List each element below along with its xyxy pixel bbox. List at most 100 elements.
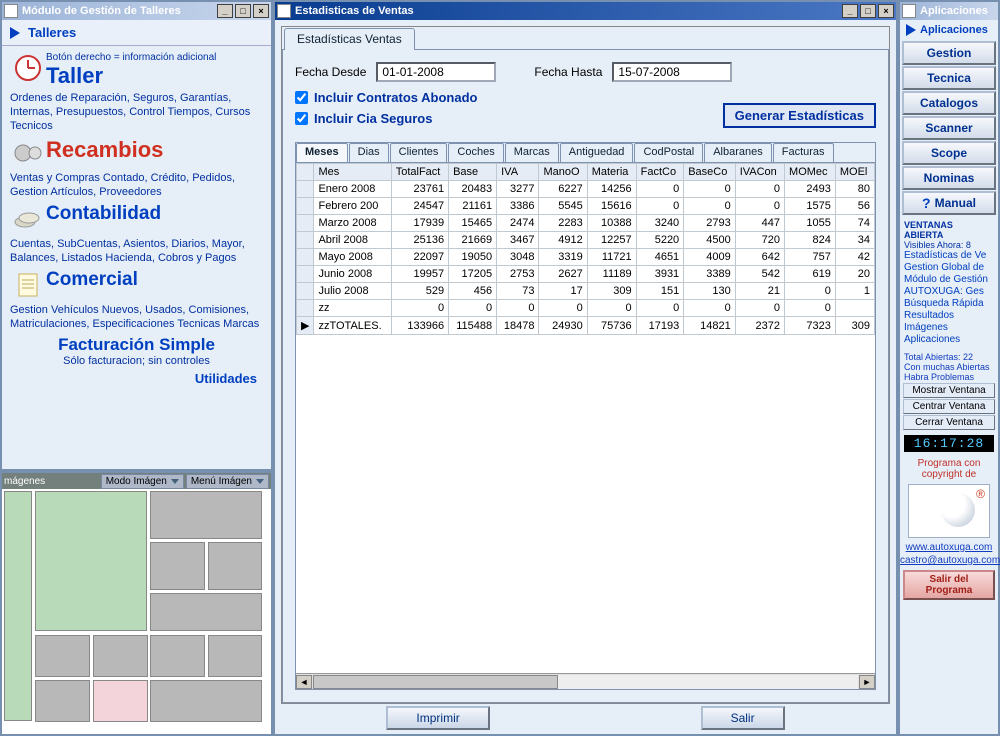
cell[interactable]: 25136 [391, 232, 448, 249]
col-materia[interactable]: Materia [587, 164, 636, 181]
exit-program-button[interactable]: Salir del Programa [903, 570, 995, 600]
cell[interactable]: 0 [785, 283, 836, 300]
cell[interactable]: 3277 [497, 181, 539, 198]
cell[interactable]: Febrero 200 [314, 198, 391, 215]
chk-contratos-box[interactable] [295, 91, 308, 104]
table-row[interactable]: Febrero 20024547211613386554515616000157… [297, 198, 875, 215]
cell[interactable]: 17 [539, 283, 587, 300]
thumbnail[interactable] [35, 680, 90, 722]
cell[interactable]: 0 [735, 300, 784, 317]
table-row[interactable]: Julio 200852945673173091511302101 [297, 283, 875, 300]
grid-tab-codpostal[interactable]: CodPostal [634, 143, 703, 162]
nav-facturacion-simple[interactable]: Facturación Simple [10, 335, 263, 355]
cell[interactable]: 2372 [735, 317, 784, 335]
cell[interactable]: 6227 [539, 181, 587, 198]
cell[interactable]: 21 [735, 283, 784, 300]
cell[interactable]: 21161 [449, 198, 497, 215]
cell[interactable]: 17193 [636, 317, 684, 335]
cell[interactable]: 5545 [539, 198, 587, 215]
app-button-nominas[interactable]: Nominas [902, 166, 996, 190]
cell[interactable]: Marzo 2008 [314, 215, 391, 232]
thumbnail[interactable] [93, 635, 148, 677]
cell[interactable]: Junio 2008 [314, 266, 391, 283]
cell[interactable]: 0 [497, 300, 539, 317]
generate-button[interactable]: Generar Estadísticas [723, 103, 876, 128]
table-row[interactable]: Junio 2008199571720527532627111893931338… [297, 266, 875, 283]
chk-seguros-box[interactable] [295, 112, 308, 125]
chk-contratos[interactable]: Incluir Contratos Abonado [295, 90, 723, 105]
cell[interactable]: 0 [539, 300, 587, 317]
cell[interactable]: 3048 [497, 249, 539, 266]
close-button[interactable]: × [878, 4, 894, 18]
nav-contabilidad[interactable]: Contabilidad [46, 203, 161, 225]
input-fecha-desde[interactable] [376, 62, 496, 82]
cell[interactable]: zzTOTALES. [314, 317, 391, 335]
thumbnail[interactable] [150, 680, 262, 722]
cell[interactable]: 2753 [497, 266, 539, 283]
thumbnail[interactable] [35, 491, 147, 631]
cell[interactable]: 73 [497, 283, 539, 300]
window-list-item[interactable]: Aplicaciones [904, 334, 994, 346]
exit-button[interactable]: Salir [701, 706, 785, 730]
images-grid[interactable] [2, 489, 271, 734]
cell[interactable]: zz [314, 300, 391, 317]
cell[interactable]: 2474 [497, 215, 539, 232]
cell[interactable]: 15616 [587, 198, 636, 215]
thumbnail[interactable] [150, 635, 205, 677]
table-row[interactable]: Marzo 2008179391546524742283103883240279… [297, 215, 875, 232]
cell[interactable]: 19957 [391, 266, 448, 283]
cell[interactable]: 5220 [636, 232, 684, 249]
cell[interactable]: 309 [835, 317, 874, 335]
cell[interactable]: 0 [684, 198, 736, 215]
nav-taller[interactable]: Taller [46, 63, 263, 89]
cell[interactable]: 542 [735, 266, 784, 283]
cell[interactable]: 15465 [449, 215, 497, 232]
cell[interactable]: 34 [835, 232, 874, 249]
scroll-right-button[interactable]: ► [859, 675, 875, 689]
grid-tab-antiguedad[interactable]: Antiguedad [560, 143, 634, 162]
cell[interactable]: 0 [636, 181, 684, 198]
cell[interactable]: 151 [636, 283, 684, 300]
cell[interactable]: 130 [684, 283, 736, 300]
cell[interactable]: 56 [835, 198, 874, 215]
cell[interactable]: 824 [785, 232, 836, 249]
cell[interactable]: 0 [785, 300, 836, 317]
cell[interactable]: 3467 [497, 232, 539, 249]
col-moel[interactable]: MOEl [835, 164, 874, 181]
data-table[interactable]: MesTotalFactBaseIVAManoOMateriaFactCoBas… [296, 163, 875, 335]
cell[interactable] [835, 300, 874, 317]
maximize-button[interactable]: □ [860, 4, 876, 18]
cell[interactable]: 14821 [684, 317, 736, 335]
cell[interactable]: 3931 [636, 266, 684, 283]
cell[interactable]: 115488 [449, 317, 497, 335]
cell[interactable]: 12257 [587, 232, 636, 249]
grid-tab-albaranes[interactable]: Albaranes [704, 143, 772, 162]
col-momec[interactable]: MOMec [785, 164, 836, 181]
horizontal-scrollbar[interactable]: ◄ ► [296, 673, 875, 689]
table-row[interactable]: ▶zzTOTALES.13396611548818478249307573617… [297, 317, 875, 335]
app-button-tecnica[interactable]: Tecnica [902, 66, 996, 90]
nav-utilidades[interactable]: Utilidades [10, 371, 263, 386]
window-list-item[interactable]: Resultados [904, 310, 994, 322]
thumbnail[interactable] [150, 491, 262, 539]
nav-comercial[interactable]: Comercial [46, 269, 138, 291]
cell[interactable]: 0 [636, 198, 684, 215]
cell[interactable]: 17205 [449, 266, 497, 283]
scroll-left-button[interactable]: ◄ [296, 675, 312, 689]
cell[interactable]: 529 [391, 283, 448, 300]
cell[interactable]: 17939 [391, 215, 448, 232]
col-base[interactable]: Base [449, 164, 497, 181]
cell[interactable]: 0 [735, 181, 784, 198]
app-button-manual[interactable]: Manual [902, 191, 996, 215]
cell[interactable]: 2493 [785, 181, 836, 198]
table-row[interactable]: zz000000000 [297, 300, 875, 317]
cell[interactable]: 0 [391, 300, 448, 317]
app-button-catalogos[interactable]: Catalogos [902, 91, 996, 115]
website-link[interactable]: www.autoxuga.com [900, 542, 998, 553]
nav-recambios[interactable]: Recambios [46, 137, 163, 163]
cell[interactable]: 24547 [391, 198, 448, 215]
window-list-item[interactable]: Módulo de Gestión [904, 274, 994, 286]
cell[interactable]: 0 [684, 181, 736, 198]
window-list-item[interactable]: Imágenes [904, 322, 994, 334]
minimize-button[interactable]: _ [842, 4, 858, 18]
